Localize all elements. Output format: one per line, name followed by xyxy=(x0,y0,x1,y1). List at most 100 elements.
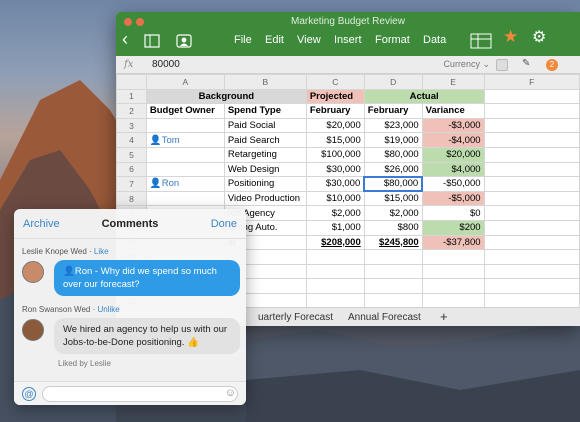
cell[interactable] xyxy=(483,263,580,280)
col-header-b[interactable]: B xyxy=(223,74,307,90)
like-button[interactable]: Like xyxy=(94,247,109,256)
cell-projected-header[interactable]: Projected xyxy=(305,88,365,105)
cell-projected[interactable]: $30,000 xyxy=(305,176,365,192)
col-header-a[interactable]: A xyxy=(145,74,225,90)
cell-owner[interactable]: 👤Tom xyxy=(145,132,225,148)
star-icon[interactable]: ★ xyxy=(503,28,518,45)
cell-budget-owner-header[interactable]: Budget Owner xyxy=(145,103,225,119)
number-format-select[interactable]: Currency ⌄ xyxy=(443,59,490,70)
cell-actual-total[interactable]: $245,800 xyxy=(363,234,423,251)
cell-projected[interactable]: $30,000 xyxy=(305,161,365,178)
cell-variance[interactable]: -$50,000 xyxy=(421,176,485,192)
row-number[interactable]: 1 xyxy=(116,88,147,105)
cell-spend-type[interactable]: Positioning xyxy=(223,176,307,192)
cell[interactable] xyxy=(483,176,580,192)
row-number[interactable]: 6 xyxy=(116,161,147,178)
cell[interactable] xyxy=(421,263,485,280)
cell-variance-total[interactable]: -$37,800 xyxy=(421,234,485,251)
cell-owner[interactable] xyxy=(145,146,225,163)
cell-background-header[interactable]: Background xyxy=(145,88,307,105)
row-number[interactable]: 7 xyxy=(116,176,147,192)
gear-icon[interactable]: ⚙ xyxy=(532,30,546,46)
cell-actual-header[interactable]: Actual xyxy=(363,88,485,105)
sheets-panel-icon[interactable] xyxy=(144,34,160,50)
checkbox-format-icon[interactable] xyxy=(496,59,508,71)
row-number[interactable]: 5 xyxy=(116,146,147,163)
cell[interactable] xyxy=(363,263,423,280)
cell-variance[interactable]: -$3,000 xyxy=(421,117,485,134)
cell-projected[interactable]: $10,000 xyxy=(305,190,365,207)
cell[interactable] xyxy=(421,292,485,309)
collaborators-icon[interactable] xyxy=(176,34,192,50)
cell-actual-selected[interactable]: $80,000 xyxy=(363,175,424,193)
cell[interactable] xyxy=(483,249,580,265)
menu-insert[interactable]: Insert xyxy=(334,34,362,46)
cell[interactable] xyxy=(305,263,365,280)
cell[interactable] xyxy=(483,88,580,105)
cell-owner[interactable]: 👤Ron xyxy=(145,176,225,192)
menu-file[interactable]: File xyxy=(234,34,252,46)
cell-variance[interactable]: $200 xyxy=(421,219,485,236)
back-arrow-icon[interactable]: ‹ xyxy=(122,30,128,48)
menu-edit[interactable]: Edit xyxy=(265,34,284,46)
mention-icon[interactable]: @ xyxy=(22,387,36,401)
cell[interactable] xyxy=(483,146,580,163)
cell-variance[interactable]: $20,000 xyxy=(421,146,485,163)
corner-cell[interactable] xyxy=(116,74,147,90)
col-header-d[interactable]: D xyxy=(363,74,423,90)
cell-projected[interactable]: $20,000 xyxy=(305,117,365,134)
cell[interactable] xyxy=(483,278,580,294)
comment-count-badge[interactable]: 2 xyxy=(546,59,558,71)
row-number[interactable]: 4 xyxy=(116,132,147,148)
cell-spend-type[interactable]: Video Production xyxy=(223,190,307,207)
cell-projected[interactable]: $1,000 xyxy=(305,219,365,236)
add-sheet-button[interactable]: + xyxy=(440,309,448,324)
cell-actual[interactable]: $15,000 xyxy=(363,190,423,207)
cell-spend-type[interactable]: Paid Search xyxy=(223,132,307,148)
cell[interactable] xyxy=(363,278,423,294)
cell-variance[interactable]: $4,000 xyxy=(421,161,485,178)
cell-actual[interactable]: $80,000 xyxy=(363,146,423,163)
cell-spend-type[interactable]: Web Design xyxy=(223,161,307,178)
mention-ron[interactable]: Ron xyxy=(75,266,92,277)
cell-projected[interactable]: $2,000 xyxy=(305,205,365,221)
cell-owner[interactable] xyxy=(145,190,225,207)
cell[interactable] xyxy=(363,249,423,265)
cell-actual[interactable]: $2,000 xyxy=(363,205,423,221)
tab-quarterly-forecast[interactable]: uarterly Forecast xyxy=(258,312,333,323)
emoji-icon[interactable]: ☺ xyxy=(225,387,236,399)
cell-spend-type[interactable]: Paid Social xyxy=(223,117,307,134)
table-layout-icon[interactable] xyxy=(470,33,492,51)
cell[interactable] xyxy=(483,292,580,309)
done-button[interactable]: Done xyxy=(211,218,237,230)
col-header-c[interactable]: C xyxy=(305,74,365,90)
cell[interactable] xyxy=(305,278,365,294)
cell[interactable] xyxy=(421,278,485,294)
menu-data[interactable]: Data xyxy=(423,34,446,46)
cell-actual[interactable]: $800 xyxy=(363,219,423,236)
col-header-f[interactable]: F xyxy=(483,74,580,90)
formula-input[interactable]: 80000 xyxy=(152,59,180,70)
cell-actual[interactable]: $19,000 xyxy=(363,132,423,148)
cell-projected-total[interactable]: $208,000 xyxy=(305,234,365,251)
cell-projected[interactable]: $100,000 xyxy=(305,146,365,163)
cell-spend-type-header[interactable]: Spend Type xyxy=(223,103,307,119)
cell[interactable] xyxy=(483,117,580,134)
cell[interactable] xyxy=(305,292,365,309)
reply-input[interactable] xyxy=(42,386,238,402)
menu-view[interactable]: View xyxy=(297,34,321,46)
cell-variance[interactable]: -$5,000 xyxy=(421,190,485,207)
cell[interactable] xyxy=(421,249,485,265)
cell[interactable] xyxy=(483,219,580,236)
cell[interactable] xyxy=(483,103,580,119)
cell-owner[interactable] xyxy=(145,161,225,178)
col-header-e[interactable]: E xyxy=(421,74,485,90)
cell[interactable] xyxy=(483,161,580,178)
pin-icon[interactable]: ✎ xyxy=(522,58,534,70)
menu-format[interactable]: Format xyxy=(375,34,410,46)
cell[interactable] xyxy=(363,292,423,309)
cell-variance[interactable]: $0 xyxy=(421,205,485,221)
row-number[interactable]: 3 xyxy=(116,117,147,134)
cell-variance-header[interactable]: Variance xyxy=(421,103,485,119)
row-number[interactable]: 8 xyxy=(116,190,147,207)
